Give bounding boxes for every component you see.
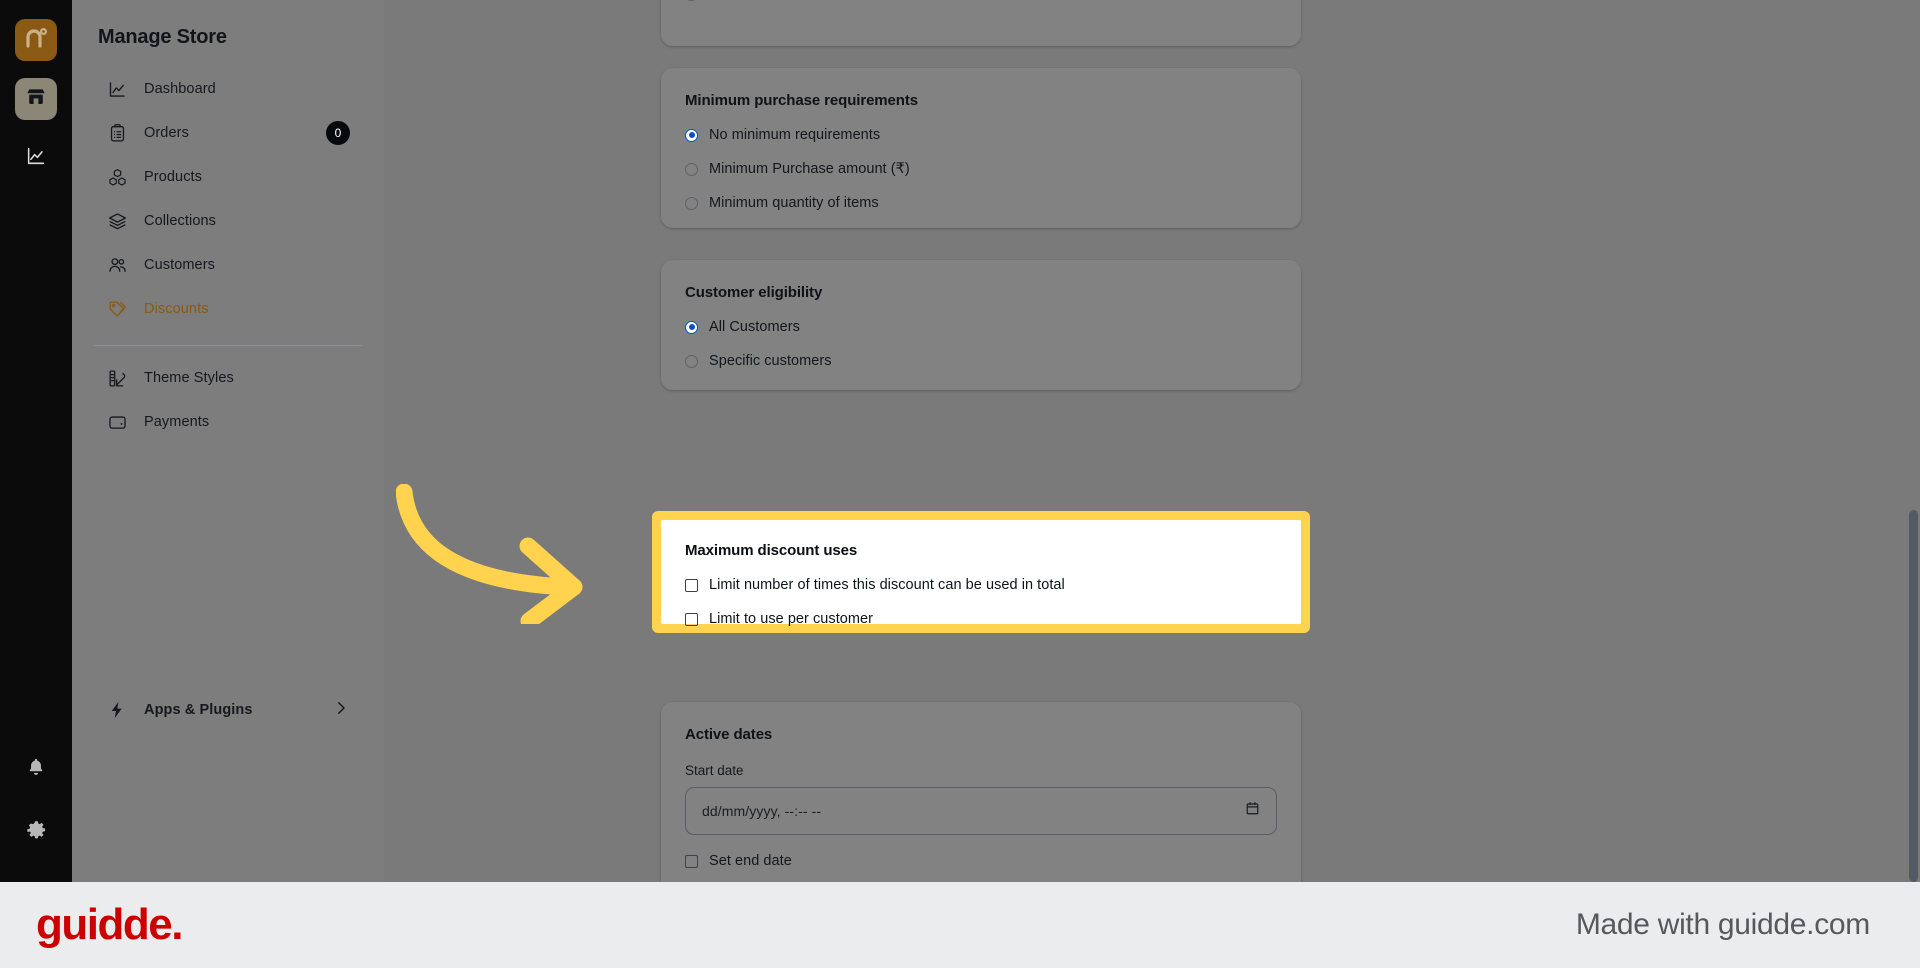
radio-specific-customers[interactable] <box>685 354 698 368</box>
highlight-frame: Maximum discount uses Limit number of ti… <box>652 511 1310 633</box>
bell-icon <box>25 756 47 783</box>
start-date-input[interactable]: dd/mm/yyyy, --:-- -- <box>685 787 1277 835</box>
app-root: Manage Store Dashboard Orders 0 Products… <box>0 0 1920 968</box>
option-specific-customers[interactable]: Specific customers <box>685 353 1277 369</box>
sidebar-item-label: Products <box>144 169 203 185</box>
sidebar-item-label: Payments <box>144 414 210 430</box>
option-label: Minimum quantity of items <box>709 195 879 211</box>
n-logo-icon <box>23 25 49 56</box>
sidebar-item-label: Orders <box>144 125 189 141</box>
clipboard-icon <box>106 122 128 144</box>
sidebar: Manage Store Dashboard Orders 0 Products… <box>72 0 384 882</box>
analytics-button[interactable] <box>15 137 57 179</box>
option-free[interactable]: Free <box>685 0 739 2</box>
scrollbar-thumb[interactable] <box>1909 510 1918 882</box>
palette-icon <box>106 367 128 389</box>
wallet-icon <box>106 411 128 433</box>
sidebar-item-discounts[interactable]: Discounts <box>94 287 362 331</box>
chart-line-icon <box>106 78 128 100</box>
option-limit-total-uses[interactable]: Limit number of times this discount can … <box>685 577 1277 593</box>
sidebar-divider <box>94 345 362 346</box>
option-label: Limit number of times this discount can … <box>709 577 1065 593</box>
checkbox-limit-per-customer[interactable] <box>685 612 698 626</box>
sidebar-item-theme-styles[interactable]: Theme Styles <box>94 356 362 400</box>
radio-minimum-purchase-amount[interactable] <box>685 162 698 176</box>
radio-minimum-quantity-of-items[interactable] <box>685 196 698 210</box>
sidebar-item-dashboard[interactable]: Dashboard <box>94 67 362 111</box>
checkbox-limit-total-uses[interactable] <box>685 578 698 592</box>
card-discount-value-partial: Free <box>661 0 1301 46</box>
radio-free[interactable] <box>685 0 698 1</box>
application-screenshot: Manage Store Dashboard Orders 0 Products… <box>0 0 1920 882</box>
sidebar-item-customers[interactable]: Customers <box>94 243 362 287</box>
scrollbar-track[interactable] <box>1906 0 1920 882</box>
sidebar-item-payments[interactable]: Payments <box>94 400 362 444</box>
option-label: Set end date <box>709 853 792 869</box>
card-title: Active dates <box>685 726 773 743</box>
checkbox-set-end-date[interactable] <box>685 854 698 868</box>
lightning-icon <box>106 699 128 721</box>
gear-icon <box>25 819 48 847</box>
radio-all-customers[interactable] <box>685 320 698 334</box>
sidebar-item-label: Theme Styles <box>144 370 234 386</box>
chevron-right-icon <box>332 699 350 722</box>
sidebar-secondary-nav: Theme Styles Payments <box>72 356 384 444</box>
sidebar-item-label: Dashboard <box>144 81 216 97</box>
main-content: Free Minimum purchase requirements No mi… <box>384 0 1920 882</box>
sidebar-title: Manage Store <box>98 26 227 48</box>
settings-button[interactable] <box>15 812 57 854</box>
option-minimum-quantity-of-items[interactable]: Minimum quantity of items <box>685 195 1277 211</box>
option-label: Limit to use per customer <box>709 611 874 627</box>
sidebar-item-label: Apps & Plugins <box>144 702 253 718</box>
option-limit-per-customer[interactable]: Limit to use per customer <box>685 611 1277 627</box>
option-label: Minimum Purchase amount (₹) <box>709 161 910 177</box>
option-label: Specific customers <box>709 353 832 369</box>
card-title: Maximum discount uses <box>685 542 858 559</box>
sidebar-item-label: Customers <box>144 257 215 273</box>
option-all-customers[interactable]: All Customers <box>685 319 1277 335</box>
notifications-button[interactable] <box>15 748 57 790</box>
layers-icon <box>106 210 128 232</box>
option-label: Free <box>709 0 739 2</box>
made-with-guidde-text: Made with guidde.com <box>1575 908 1870 941</box>
tag-icon <box>106 298 128 320</box>
card-maximum-discount-uses: Maximum discount uses Limit number of ti… <box>661 520 1301 627</box>
option-minimum-purchase-amount[interactable]: Minimum Purchase amount (₹) <box>685 161 1277 177</box>
option-no-minimum-requirements[interactable]: No minimum requirements <box>685 127 1277 143</box>
card-customer-eligibility: Customer eligibility All Customers Speci… <box>661 260 1301 390</box>
start-date-value: dd/mm/yyyy, --:-- -- <box>702 803 822 819</box>
sidebar-item-orders[interactable]: Orders 0 <box>94 111 362 155</box>
calendar-icon[interactable] <box>1245 801 1260 821</box>
card-active-dates: Active dates Start date dd/mm/yyyy, --:-… <box>661 702 1301 882</box>
boxes-icon <box>106 166 128 188</box>
sidebar-item-apps-plugins[interactable]: Apps & Plugins <box>94 688 362 732</box>
card-title: Customer eligibility <box>685 284 823 301</box>
guidde-bottom-bar: guidde. Made with guidde.com <box>0 882 1920 968</box>
option-set-end-date[interactable]: Set end date <box>685 853 1277 869</box>
guidde-logo: guidde. <box>36 900 183 949</box>
icon-rail <box>0 0 72 882</box>
radio-no-minimum-requirements[interactable] <box>685 128 698 142</box>
users-icon <box>106 254 128 276</box>
sidebar-item-label: Collections <box>144 213 217 229</box>
card-title: Minimum purchase requirements <box>685 92 918 109</box>
sidebar-nav-list: Dashboard Orders 0 Products Collections … <box>72 67 384 331</box>
option-label: No minimum requirements <box>709 127 881 143</box>
option-label: All Customers <box>709 319 800 335</box>
brand-logo-button[interactable] <box>15 19 57 61</box>
sidebar-item-collections[interactable]: Collections <box>94 199 362 243</box>
sidebar-item-label: Discounts <box>144 301 209 317</box>
analytics-icon <box>25 145 47 172</box>
store-icon <box>24 85 48 114</box>
card-minimum-purchase-requirements: Minimum purchase requirements No minimum… <box>661 68 1301 228</box>
start-date-label: Start date <box>685 763 744 778</box>
sidebar-item-products[interactable]: Products <box>94 155 362 199</box>
orders-badge: 0 <box>326 121 350 145</box>
store-button[interactable] <box>15 78 57 120</box>
